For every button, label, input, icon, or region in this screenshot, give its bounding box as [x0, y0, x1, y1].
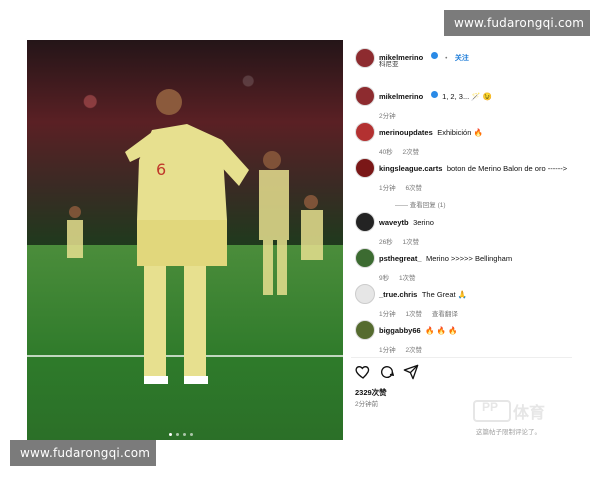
- comment-likes[interactable]: 1次赞: [403, 239, 420, 246]
- carousel-dots: [169, 433, 193, 436]
- comment-username[interactable]: biggabby66: [379, 326, 421, 335]
- comment-username[interactable]: waveytb: [379, 218, 409, 227]
- comment-likes[interactable]: 2次赞: [405, 347, 422, 354]
- svg-text:6: 6: [156, 160, 166, 179]
- comment-icon[interactable]: [379, 364, 395, 380]
- comment-text: boton de Merino Balon de oro ------>: [446, 164, 568, 173]
- avatar[interactable]: [355, 48, 375, 68]
- comment-restriction: 这篇帖子限制评论了。: [476, 429, 541, 436]
- verified-icon: [430, 91, 438, 99]
- divider: [351, 357, 572, 358]
- comment-username[interactable]: merinoupdates: [379, 128, 433, 137]
- brand-watermark: PP 体育: [473, 397, 573, 423]
- comment-likes[interactable]: 2次赞: [403, 149, 420, 156]
- instagram-post: 6 mikelmerino • 关注 科尼亚 mikelmerino 1, 2,…: [27, 40, 572, 440]
- avatar[interactable]: [355, 212, 375, 232]
- heart-icon[interactable]: [355, 364, 371, 380]
- watermark-top: www.fudarongqi.com: [444, 10, 590, 36]
- comment-username[interactable]: psthegreat_: [379, 254, 422, 263]
- avatar[interactable]: [355, 320, 375, 340]
- comment-time: 1分钟: [379, 311, 396, 318]
- avatar[interactable]: [355, 284, 375, 304]
- comment-time: 1分钟: [379, 347, 396, 354]
- carousel-dot: [183, 433, 186, 436]
- comment-likes[interactable]: 1次赞: [405, 311, 422, 318]
- avatar[interactable]: [355, 248, 375, 268]
- comment-likes[interactable]: 6次赞: [405, 185, 422, 192]
- post-photo: 6: [27, 40, 343, 440]
- post-header: mikelmerino • 关注 科尼亚: [351, 46, 572, 70]
- comment-username[interactable]: kingsleague.carts: [379, 164, 442, 173]
- translate-link[interactable]: 查看翻译: [432, 311, 458, 318]
- separator-dot: •: [445, 55, 448, 62]
- comment-text: The Great 🙏: [421, 290, 467, 299]
- brand-text: 体育: [513, 405, 546, 422]
- main-player: 6: [125, 89, 249, 384]
- comment-text: 3erino: [413, 218, 434, 227]
- carousel-dot: [190, 433, 193, 436]
- comment-text: Exhibición 🔥: [437, 128, 483, 137]
- watermark-bottom: www.fudarongqi.com: [10, 440, 156, 466]
- comment-time: 26秒: [379, 239, 393, 246]
- send-icon[interactable]: [403, 364, 419, 380]
- follow-button[interactable]: 关注: [455, 55, 469, 62]
- comment-time: 40秒: [379, 149, 393, 156]
- post-time: 2分钟前: [355, 401, 379, 408]
- carousel-dot: [176, 433, 179, 436]
- location-label[interactable]: 科尼亚: [379, 58, 399, 68]
- comment-likes[interactable]: 1次赞: [399, 275, 416, 282]
- caption-time: 2分钟: [379, 113, 396, 120]
- verified-icon: [430, 52, 438, 60]
- caption-text: 1, 2, 3... 🪄 😉: [442, 92, 493, 101]
- comment-time: 9秒: [379, 275, 390, 282]
- avatar[interactable]: [355, 86, 375, 106]
- caption-username[interactable]: mikelmerino: [379, 92, 423, 101]
- brand-pp-text: PP: [482, 400, 499, 414]
- action-bar: [355, 364, 475, 380]
- avatar[interactable]: [355, 158, 375, 178]
- comment-text: Merino >>>>> Bellingham: [425, 254, 513, 263]
- post-sidebar: mikelmerino • 关注 科尼亚 mikelmerino 1, 2, 3…: [351, 40, 572, 440]
- comment-text: 🔥 🔥 🔥: [425, 326, 458, 335]
- comment-time: 1分钟: [379, 185, 396, 192]
- carousel-dot: [169, 433, 172, 436]
- view-replies[interactable]: —— 查看回复 (1): [395, 199, 569, 209]
- player-illustration: 6: [67, 89, 323, 384]
- avatar[interactable]: [355, 122, 375, 142]
- comment-username[interactable]: _true.chris: [379, 290, 417, 299]
- likes-count[interactable]: 2329次赞: [355, 387, 387, 398]
